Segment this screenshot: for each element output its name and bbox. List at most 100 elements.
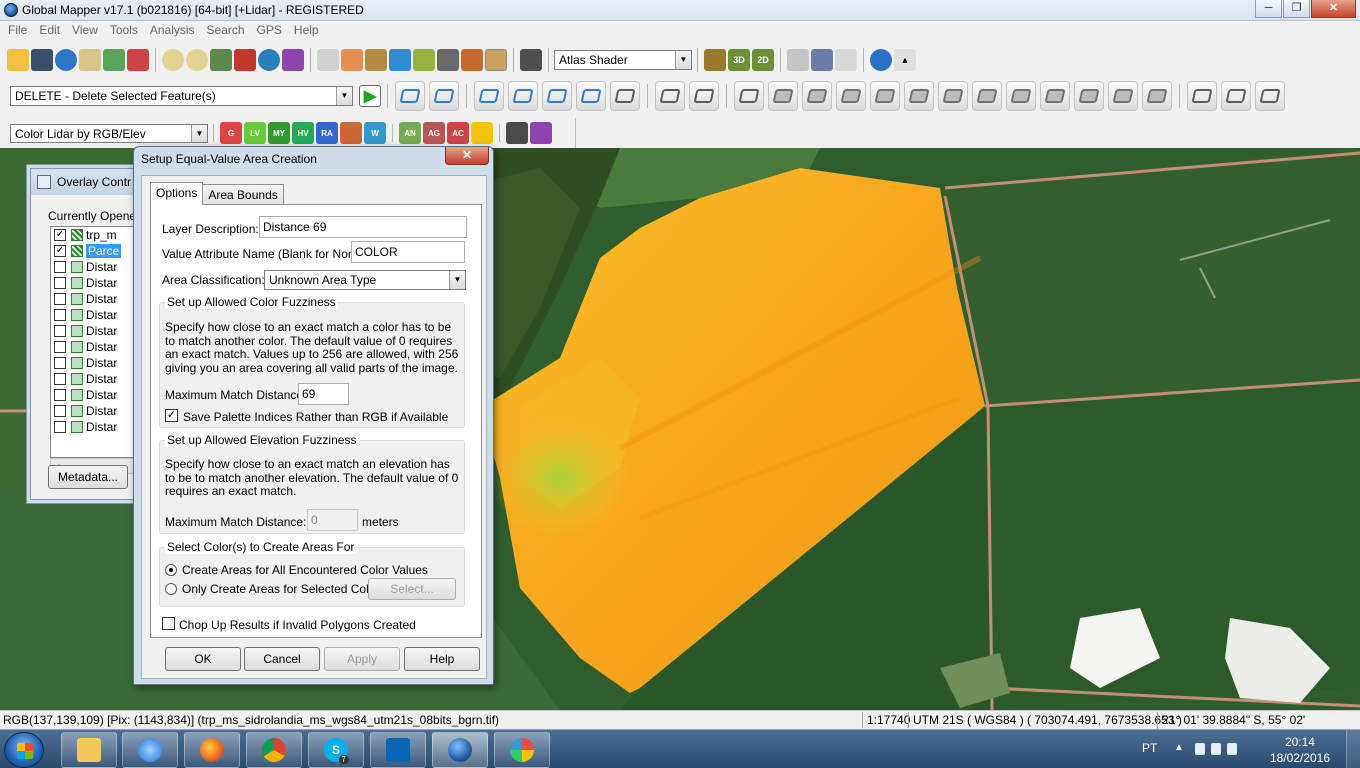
- simplify-icon[interactable]: [1074, 81, 1104, 111]
- layer-list[interactable]: ✓ trp_m ✓ Parce Distar Distar Distar Dista…: [50, 226, 141, 458]
- play-icon[interactable]: ▶: [359, 85, 381, 107]
- layer-checkbox[interactable]: [54, 261, 66, 273]
- insert-vertex-icon[interactable]: [689, 81, 719, 111]
- globe-icon[interactable]: [55, 49, 77, 71]
- taskbar-chrome[interactable]: [246, 732, 302, 768]
- system-tray-icons[interactable]: [1195, 743, 1257, 755]
- lidar-color-select[interactable]: Color Lidar by RGB/Elev ▼: [10, 123, 208, 143]
- zoom-in-icon[interactable]: [162, 49, 184, 71]
- layer-checkbox[interactable]: [54, 309, 66, 321]
- refresh-icon[interactable]: [258, 49, 280, 71]
- layer-item[interactable]: Distar: [51, 323, 140, 339]
- show-desktop-button[interactable]: [1346, 730, 1360, 768]
- taskbar-explorer[interactable]: [61, 732, 117, 768]
- maximize-button[interactable]: ❐: [1283, 0, 1310, 18]
- language-indicator[interactable]: PT: [1142, 741, 1157, 755]
- lidar-extract-icon[interactable]: [471, 122, 493, 144]
- lidar-low-veg-icon[interactable]: LV: [244, 122, 266, 144]
- layer-checkbox[interactable]: [54, 421, 66, 433]
- layer-description-input[interactable]: Distance 69: [259, 216, 467, 238]
- view-2d-icon[interactable]: 2D: [752, 49, 774, 71]
- layer-item[interactable]: Distar: [51, 387, 140, 403]
- layer-checkbox[interactable]: [54, 293, 66, 305]
- value-attribute-input[interactable]: COLOR: [351, 241, 465, 263]
- info-icon[interactable]: [389, 49, 411, 71]
- snap-icon[interactable]: [508, 81, 538, 111]
- layer-checkbox[interactable]: [54, 341, 66, 353]
- smooth-icon[interactable]: [1108, 81, 1138, 111]
- digitize-line-icon[interactable]: [429, 81, 459, 111]
- difference-icon[interactable]: [1006, 81, 1036, 111]
- scale-icon[interactable]: [904, 81, 934, 111]
- layer-checkbox[interactable]: [54, 405, 66, 417]
- menu-edit[interactable]: Edit: [33, 21, 66, 40]
- union-icon[interactable]: [938, 81, 968, 111]
- menu-tools[interactable]: Tools: [104, 21, 144, 40]
- pan-icon[interactable]: [341, 49, 363, 71]
- edit-vertex-icon[interactable]: [474, 81, 504, 111]
- path-profile-icon[interactable]: [413, 49, 435, 71]
- metadata-button[interactable]: Metadata...: [48, 465, 128, 489]
- dissolve-icon[interactable]: [1142, 81, 1172, 111]
- flag-icon[interactable]: [787, 49, 809, 71]
- taskbar-firefox[interactable]: [184, 732, 240, 768]
- dialog-close-button[interactable]: ✕: [445, 147, 489, 165]
- intersect-icon[interactable]: [972, 81, 1002, 111]
- layer-item[interactable]: Distar: [51, 371, 140, 387]
- select-colors-button[interactable]: Select...: [368, 578, 456, 600]
- lidar-tower-icon[interactable]: [340, 122, 362, 144]
- cancel-button[interactable]: Cancel: [244, 647, 320, 671]
- save-icon[interactable]: [31, 49, 53, 71]
- taskbar-outlook[interactable]: [370, 732, 426, 768]
- lidar-auto-ground-icon[interactable]: AG: [423, 122, 445, 144]
- layer-checkbox[interactable]: ✓: [54, 229, 66, 241]
- save-palette-checkbox[interactable]: ✓: [165, 409, 178, 422]
- layer-item[interactable]: Distar: [51, 291, 140, 307]
- taskbar-internet-explorer[interactable]: [122, 732, 178, 768]
- grid-icon[interactable]: [282, 49, 304, 71]
- apply-button[interactable]: Apply: [324, 647, 400, 671]
- menu-gps[interactable]: GPS: [251, 21, 288, 40]
- taskbar-skype[interactable]: S7: [308, 732, 364, 768]
- layer-item[interactable]: ✓ trp_m: [51, 227, 140, 243]
- measure-icon[interactable]: [365, 49, 387, 71]
- lidar-auto-noise-icon[interactable]: AN: [399, 122, 421, 144]
- layer-checkbox[interactable]: [54, 373, 66, 385]
- close-line-icon[interactable]: [1221, 81, 1251, 111]
- layer-item[interactable]: Distar: [51, 403, 140, 419]
- clock[interactable]: 20:14 18/02/2016: [1270, 734, 1330, 766]
- gps-target-icon[interactable]: [870, 49, 892, 71]
- layer-checkbox[interactable]: [54, 389, 66, 401]
- close-button[interactable]: ✕: [1311, 0, 1356, 18]
- tower-icon[interactable]: [437, 49, 459, 71]
- layer-checkbox[interactable]: [54, 325, 66, 337]
- range-ring-icon[interactable]: [576, 81, 606, 111]
- overlay-control-title-bar[interactable]: Overlay Contr: [31, 169, 139, 195]
- lidar-ground-icon[interactable]: G: [220, 122, 242, 144]
- tab-area-bounds[interactable]: Area Bounds: [202, 184, 284, 204]
- menu-view[interactable]: View: [66, 21, 104, 40]
- shader-tool-icon[interactable]: [485, 49, 507, 71]
- home-icon[interactable]: [234, 49, 256, 71]
- grid-create-icon[interactable]: [610, 81, 640, 111]
- menu-file[interactable]: File: [2, 21, 33, 40]
- lidar-high-veg-icon[interactable]: HV: [292, 122, 314, 144]
- cursor-icon[interactable]: [835, 49, 857, 71]
- help-button[interactable]: Help: [404, 647, 480, 671]
- reverse-line-icon[interactable]: [1187, 81, 1217, 111]
- shader-select[interactable]: Atlas Shader ▼: [554, 50, 692, 70]
- lidar-split-icon[interactable]: [506, 122, 528, 144]
- north-arrow-icon[interactable]: ▲: [894, 49, 916, 71]
- open-folder-icon[interactable]: [7, 49, 29, 71]
- show-hidden-icons[interactable]: ▲: [1174, 742, 1184, 753]
- selected-colors-radio[interactable]: [165, 583, 177, 595]
- lidar-grid-icon[interactable]: [530, 122, 552, 144]
- chop-up-checkbox[interactable]: [162, 617, 175, 630]
- digitizer-action-select[interactable]: DELETE - Delete Selected Feature(s) ▼: [10, 86, 353, 106]
- lidar-rail-icon[interactable]: RA: [316, 122, 338, 144]
- menu-analysis[interactable]: Analysis: [144, 21, 201, 40]
- tools-icon[interactable]: [127, 49, 149, 71]
- minimize-button[interactable]: ─: [1255, 0, 1282, 18]
- digitize-area-icon[interactable]: [395, 81, 425, 111]
- taskbar-paint[interactable]: [494, 732, 550, 768]
